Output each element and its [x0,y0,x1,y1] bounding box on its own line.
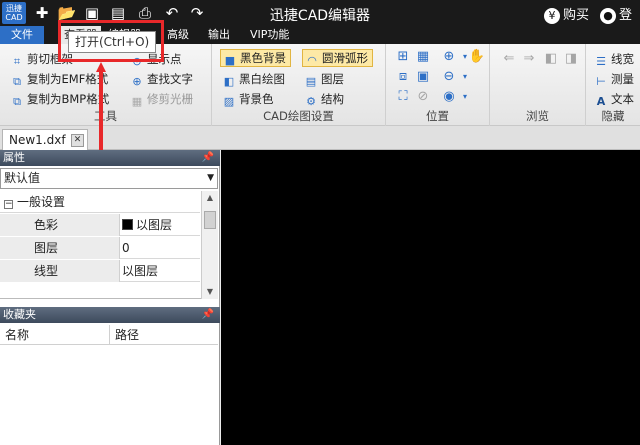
pin-icon[interactable]: 📌 [202,307,214,323]
trim-raster-button[interactable]: ▦ 修剪光栅 [130,90,193,108]
copy-bmp-button[interactable]: ⧉ 复制为BMP格式 [10,90,109,108]
section-general[interactable]: − 一般设置 [0,191,200,213]
property-grid: − 一般设置 色彩 以图层 图层 0 线型 以图层 [0,191,218,299]
tab-vip[interactable]: VIP功能 [246,26,293,44]
copy-emf-button[interactable]: ⧉ 复制为EMF格式 [10,70,108,88]
property-scrollbar[interactable]: ▲ ▼ [201,191,218,299]
layers-icon: ▤ [305,75,317,88]
text-icon: A [596,95,606,108]
property-row-color[interactable]: 色彩 以图层 [0,214,200,236]
properties-header: 属性 📌 [0,150,220,166]
black-background-button[interactable]: ■ 黑色背景 [220,49,291,67]
color-icon: ▨ [223,95,235,108]
yen-icon: ¥ [544,7,560,24]
line-width-button[interactable]: ☰ 线宽 [594,50,634,68]
layers-button[interactable]: ▤ 图层 [304,70,344,88]
copy-bmp-icon: ⧉ [13,95,21,108]
property-row-layer[interactable]: 图层 0 [0,237,200,259]
page-forward-icon[interactable]: ◨ [562,50,580,68]
pin-icon[interactable]: 📌 [202,150,214,166]
group-hide: ☰ 线宽 ⊢ 测量 A 文本 隐藏 [586,44,640,126]
drawing-canvas[interactable] [221,150,640,445]
arc-icon: ◠ [307,54,317,67]
tab-advanced[interactable]: 高级 [163,26,193,44]
pan-hand-icon[interactable]: ✋ [468,48,486,66]
bw-drawing-button[interactable]: ◧ 黑白绘图 [222,70,285,88]
collapse-icon[interactable]: − [4,200,13,209]
measure-button[interactable]: ⊢ 测量 [594,70,634,88]
bw-icon: ◧ [223,75,235,88]
favorites-columns: 名称 路径 [0,325,218,345]
network-icon[interactable]: ⛶ [394,88,412,106]
crop-icon: ⌗ [13,55,21,68]
column-path[interactable]: 路径 [110,325,218,345]
property-row-linetype[interactable]: 线型 以图层 [0,260,200,282]
trim-icon: ▦ [131,95,143,108]
page-back-icon[interactable]: ◧ [542,50,560,68]
chevron-down-icon[interactable]: ▾ [456,88,474,106]
scroll-up-icon[interactable]: ▲ [202,191,218,205]
copy-icon: ⧉ [13,75,21,88]
smooth-arc-button[interactable]: ◠ 圆滑弧形 [302,49,373,67]
ruler-icon: ⊢ [596,75,606,88]
group-cad-label: CAD绘图设置 [263,109,334,123]
group-hide-label: 隐藏 [601,109,625,123]
line-width-icon: ☰ [596,55,606,68]
user-icon: ● [600,7,616,24]
highlight-box [58,20,164,62]
select-icon[interactable]: ⧈ [394,68,412,86]
find-text-button[interactable]: ⊕ 查找文字 [130,70,193,88]
properties-dropdown[interactable]: 默认值 ▼ [0,168,218,189]
zoom-realtime-icon[interactable]: ⊘ [414,88,432,106]
text-button[interactable]: A 文本 [594,90,634,108]
group-browse-label: 浏览 [526,109,549,123]
tab-output[interactable]: 输出 [204,26,234,44]
group-cad-settings: ■ 黑色背景 ◧ 黑白绘图 ▨ 背景色 ◠ 圆滑弧形 ▤ 图层 ⚙ 结构 CAD绘图设置 [212,44,386,126]
document-tab[interactable]: New1.dxf ✕ [2,129,88,150]
favorites-header: 收藏夹 📌 [0,307,220,323]
fit-icon[interactable]: ⊞ [394,48,412,66]
scroll-thumb[interactable] [204,211,216,229]
scroll-down-icon[interactable]: ▼ [202,285,218,299]
close-icon[interactable]: ✕ [71,134,84,147]
grid-icon[interactable]: ▦ [414,48,432,66]
back-arrow-icon[interactable]: ⇐ [500,50,518,68]
forward-arrow-icon[interactable]: ⇒ [520,50,538,68]
callout-arrow [96,62,106,150]
find-icon: ⊕ [132,75,142,88]
tab-file[interactable]: 文件 [0,26,44,44]
buy-button[interactable]: ¥ 购买 [544,4,589,24]
color-swatch [122,219,133,230]
group-browse: ⇐ ⇒ ◧ ◨ 浏览 [490,44,586,126]
zoom-window-icon[interactable]: ▣ [414,68,432,86]
column-name[interactable]: 名称 [0,325,110,345]
chevron-down-icon: ▼ [207,173,214,183]
structure-icon: ⚙ [306,95,316,108]
group-position-label: 位置 [426,109,449,123]
structure-button[interactable]: ⚙ 结构 [304,90,344,108]
document-tab-label: New1.dxf [9,133,66,147]
group-position: ⊞ ▦ ⊕ ▾ ✋ ⧈ ▣ ⊖ ▾ ⛶ ⊘ ◉ ▾ 位置 [386,44,490,126]
background-color-button[interactable]: ▨ 背景色 [222,90,274,108]
black-bg-icon: ■ [224,54,236,67]
chevron-down-icon[interactable]: ▾ [456,68,474,86]
